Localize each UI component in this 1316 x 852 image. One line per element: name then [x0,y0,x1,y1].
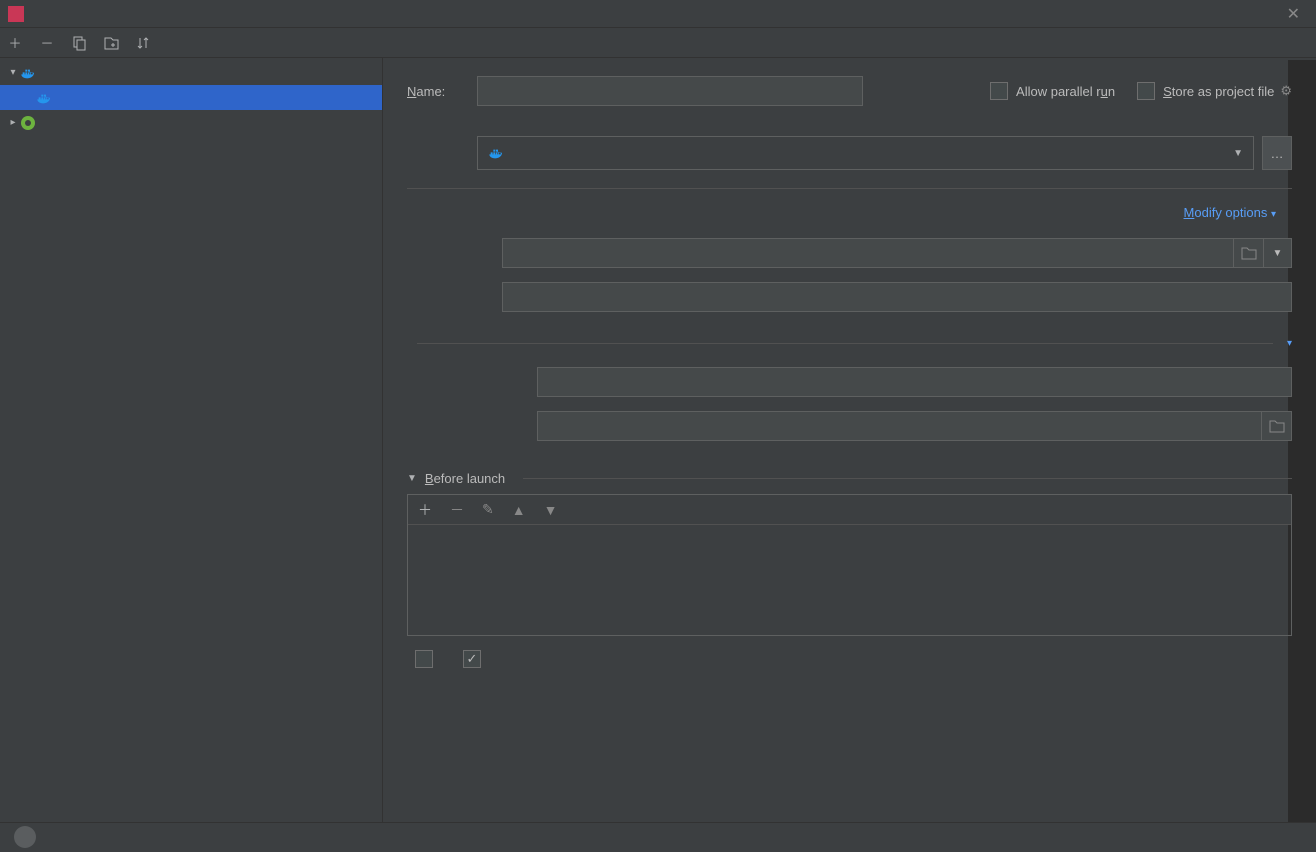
store-project-checkbox[interactable] [1137,82,1155,100]
tree-node-config[interactable] [0,85,382,110]
bl-edit-button[interactable]: ✎ [482,501,494,518]
config-form: Name: Allow parallel run Store as projec… [383,58,1316,822]
dockerfile-input[interactable] [502,238,1234,268]
dockerfile-browse-button[interactable] [1234,238,1264,268]
chevron-down-icon: ▾ [6,67,20,78]
store-project-label[interactable]: Store as project file [1163,84,1274,99]
show-page-checkbox[interactable] [415,650,433,668]
titlebar: ✕ [0,0,1316,28]
spring-icon [20,115,36,131]
name-input[interactable] [477,76,863,106]
run-modify-link[interactable]: ▾ [1283,338,1292,349]
triangle-down-icon[interactable]: ▼ [407,473,417,484]
config-toolbar: ＋ － [0,28,1316,58]
allow-parallel-checkbox[interactable] [990,82,1008,100]
add-config-button[interactable]: ＋ [6,34,24,52]
allow-parallel-label[interactable]: Allow parallel run [1016,84,1115,99]
image-tag-input[interactable] [502,282,1292,312]
bl-up-button[interactable]: ▲ [512,502,526,518]
chevron-down-icon: ▼ [1233,148,1243,159]
gear-icon[interactable]: ⚙ [1280,83,1292,99]
before-launch-panel: ＋ － ✎ ▲ ▼ [407,494,1292,636]
before-launch-title: Before launch [425,471,505,486]
sort-config-button[interactable] [134,34,152,52]
activate-tool-checkbox[interactable] [463,650,481,668]
server-browse-button[interactable]: … [1262,136,1292,170]
config-tree: ▾ ▸ [0,58,382,798]
chevron-right-icon: ▸ [6,117,20,128]
bl-add-button[interactable]: ＋ [418,500,432,520]
config-sidebar: ▾ ▸ [0,58,383,822]
tree-node-springboot[interactable]: ▸ [0,110,382,135]
save-config-button[interactable] [102,34,120,52]
before-launch-empty [408,525,1291,635]
bind-ports-input[interactable] [537,411,1262,441]
bl-remove-button[interactable]: － [450,500,464,520]
remove-config-button[interactable]: － [38,34,56,52]
name-label: Name: [407,84,477,99]
button-bar: OK Cancel Apply [0,822,1316,852]
docker-icon [20,65,36,81]
dockerfile-dropdown-button[interactable]: ▼ [1264,238,1292,268]
help-icon[interactable] [14,826,36,848]
tree-node-docker[interactable]: ▾ [0,60,382,85]
container-name-input[interactable] [537,367,1292,397]
copy-config-button[interactable] [70,34,88,52]
bind-ports-browse-button[interactable] [1262,411,1292,441]
docker-icon [488,145,504,161]
server-dropdown[interactable]: ▼ [477,136,1254,170]
docker-icon [36,90,52,106]
bl-down-button[interactable]: ▼ [544,502,558,518]
close-icon[interactable]: ✕ [1279,4,1308,24]
modify-options-link[interactable]: Modify options ▾ [1184,205,1276,220]
app-icon [8,6,24,22]
